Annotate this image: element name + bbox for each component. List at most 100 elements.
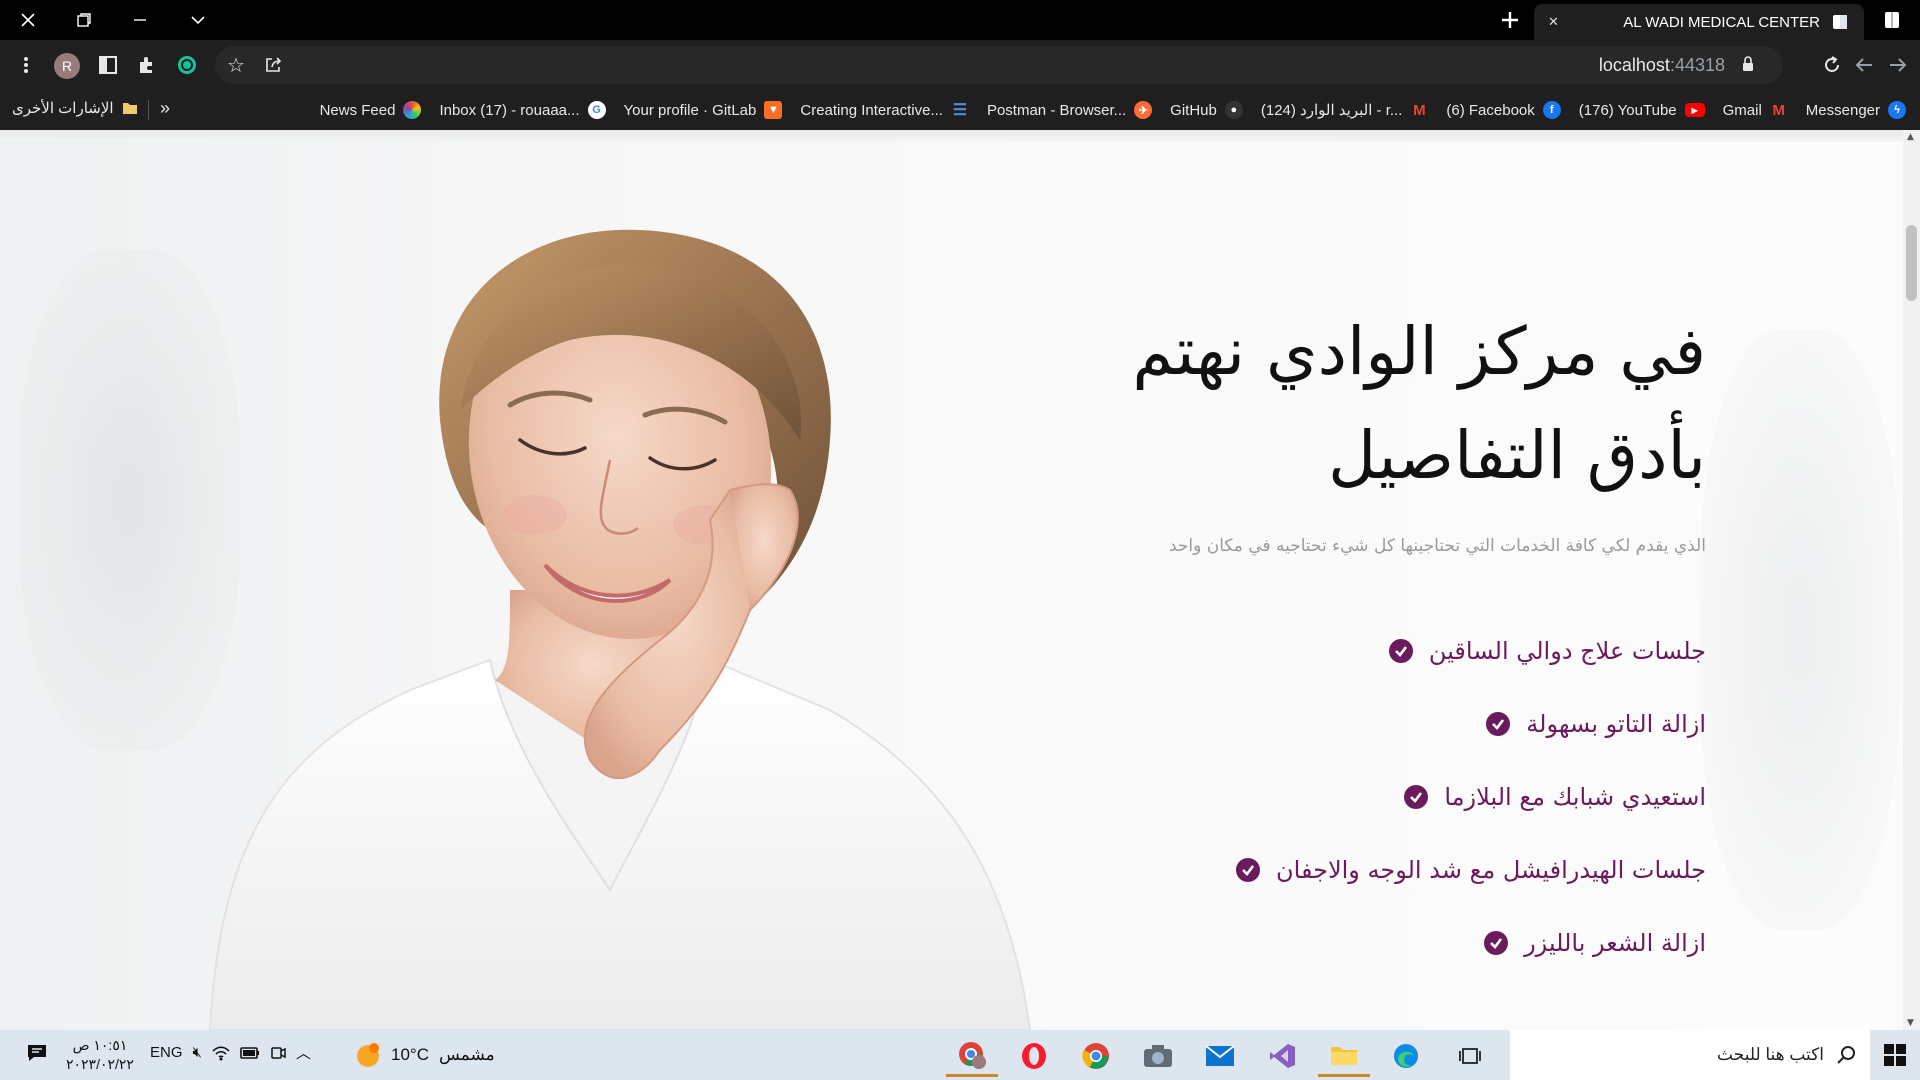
bookmark-star-icon[interactable]: ☆ (223, 52, 249, 78)
bookmark-label: GitHub (1170, 101, 1217, 119)
meet-now-icon[interactable] (270, 1045, 286, 1061)
messenger-icon: ϟ (1888, 101, 1906, 119)
hero-woman-image (208, 229, 1032, 1030)
bookmark-label: Gmail (1722, 101, 1762, 119)
bookmark-postman[interactable]: ✈ Postman - Browser... (986, 101, 1153, 119)
battery-icon[interactable] (240, 1046, 260, 1060)
bookmark-label: Postman - Browser... (986, 101, 1127, 119)
taskbar-visual-studio[interactable] (1256, 1035, 1308, 1077)
minimize-icon (134, 19, 146, 21)
check-circle-icon (1404, 784, 1429, 809)
page-viewport: في مركز الوادي نهتم بأدق التفاصيل الذي ي… (0, 130, 1903, 1030)
bookmark-google-inbox[interactable]: G Inbox (17) - rouaaa... (439, 101, 606, 119)
bookmark-facebook[interactable]: f (6) Facebook (1446, 101, 1561, 119)
reload-button[interactable] (1816, 49, 1848, 81)
extension-grammarly-button[interactable] (171, 49, 203, 81)
start-button[interactable] (1870, 1030, 1920, 1080)
weather-desc: مشمس (438, 1045, 495, 1064)
language-indicator[interactable]: ENG (150, 1044, 183, 1061)
bookmark-creating-interactive[interactable]: ☰ Creating Interactive... (800, 101, 969, 120)
taskbar-chrome-profile[interactable] (946, 1035, 998, 1077)
weather-widget[interactable]: 10°C مشمس (355, 1042, 495, 1068)
more-bookmarks-button[interactable]: » (160, 98, 170, 119)
close-window-button[interactable] (0, 0, 56, 40)
wifi-icon[interactable] (212, 1045, 230, 1061)
bookmark-github[interactable]: ● GitHub (1170, 101, 1243, 119)
bookmarks-divider (148, 100, 149, 120)
grammarly-icon (178, 56, 196, 74)
sun-icon (357, 1043, 379, 1067)
reading-list-button[interactable] (1864, 0, 1920, 40)
volume-muted-icon[interactable]: 🔇︎ (193, 1044, 202, 1061)
windows-logo-icon (1884, 1044, 1906, 1066)
minimize-window-button[interactable] (112, 0, 168, 40)
tab-title: AL WADI MEDICAL CENTER (1623, 13, 1820, 31)
visual-studio-icon (1270, 1044, 1295, 1068)
taskbar-search-box[interactable]: اكتب هنا للبحث (1510, 1030, 1870, 1080)
hero-subtitle: الذي يقدم لكي كافة الخدمات التي تحتاجينه… (1168, 536, 1706, 556)
menu-button[interactable] (10, 49, 42, 81)
chevron-up-icon[interactable]: ︿ (296, 1042, 311, 1063)
taskbar-camera[interactable] (1132, 1035, 1184, 1077)
list-item: جلسات الهيدرافيشل مع شد الوجه والاجفان (1006, 833, 1706, 906)
tab-close-icon[interactable]: ✕ (1548, 14, 1559, 30)
list-item: ازالة الشعر بالليزر (1006, 906, 1706, 979)
bookmark-gmail[interactable]: M Gmail (1723, 101, 1788, 119)
profile-avatar[interactable]: R (54, 53, 80, 79)
notification-icon (28, 1045, 46, 1061)
system-tray: ENG 🔇︎ ︿ (150, 1042, 311, 1063)
taskbar-mail[interactable] (1194, 1035, 1246, 1077)
service-label: جلسات علاج دوالي الساقين (1428, 636, 1706, 665)
weather-temp: 10°C (391, 1045, 429, 1064)
taskbar-clock[interactable]: ١٠:٥١ ص ٢٠٢٣/٠٢/٢٢ (66, 1036, 134, 1074)
bookmark-label: (176) YouTube (1578, 101, 1677, 119)
bookmark-messenger[interactable]: ϟ Messenger (1806, 101, 1906, 119)
extensions-button[interactable] (131, 49, 163, 81)
address-bar[interactable]: ☆ localhost:44318 (215, 46, 1783, 84)
tab-al-wadi[interactable]: AL WADI MEDICAL CENTER ✕ (1534, 4, 1864, 40)
gmail-icon: M (1413, 101, 1426, 119)
bookmark-news-feed[interactable]: News Feed (320, 101, 422, 119)
bookmark-label: Creating Interactive... (800, 101, 943, 119)
bookmark-youtube[interactable]: ▶ (176) YouTube (1579, 102, 1705, 119)
list-item: ازالة التاتو بسهولة (1006, 687, 1706, 760)
edge-icon (1394, 1044, 1418, 1068)
lock-icon[interactable] (1741, 56, 1755, 76)
other-bookmarks-label: الإشارات الأخرى (12, 100, 114, 117)
chevron-down-icon (191, 16, 205, 25)
task-view-icon (1459, 1048, 1481, 1064)
service-label: ازالة التاتو بسهولة (1526, 709, 1706, 738)
hero-title-line1: في مركز الوادي نهتم (1132, 313, 1706, 390)
check-circle-icon (1486, 711, 1511, 736)
page-scrollbar[interactable]: ▲ ▼ (1903, 130, 1920, 1030)
arrow-left-icon (1855, 58, 1872, 72)
share-icon[interactable] (261, 52, 287, 78)
check-circle-icon (1484, 930, 1509, 955)
bookmark-arabic-inbox[interactable]: M البريد الوارد (124) - r... (1261, 101, 1429, 120)
gitlab-icon: ▼ (764, 101, 783, 119)
notification-center-button[interactable] (26, 1043, 48, 1068)
back-button[interactable] (1848, 49, 1880, 81)
restore-window-button[interactable] (56, 0, 112, 40)
scrollbar-thumb[interactable] (1906, 225, 1917, 301)
scroll-down-arrow-icon[interactable]: ▼ (1907, 1018, 1914, 1028)
tab-search-button[interactable] (170, 0, 226, 40)
task-view-button[interactable] (1444, 1035, 1496, 1077)
new-tab-button[interactable] (1490, 0, 1530, 40)
clock-date: ٢٠٢٣/٠٢/٢٢ (66, 1056, 134, 1072)
windows-taskbar: اكتب هنا للبحث 10°C مشمس ENG 🔇︎ ︿ ١٠:٥١ … (0, 1030, 1920, 1080)
background-blur (1700, 330, 1900, 930)
side-panel-button[interactable] (92, 49, 124, 81)
hero-title-line2: بأدق التفاصيل (1328, 417, 1706, 494)
forward-button[interactable] (1882, 49, 1914, 81)
bookmark-gitlab[interactable]: ▼ Your profile · GitLab (624, 101, 783, 119)
hero-text-block: في مركز الوادي نهتم بأدق التفاصيل الذي ي… (1006, 300, 1706, 979)
taskbar-opera[interactable] (1008, 1035, 1060, 1077)
taskbar-file-explorer[interactable] (1318, 1035, 1370, 1077)
other-bookmarks-folder[interactable]: الإشارات الأخرى (12, 99, 138, 117)
book-icon (1885, 12, 1899, 28)
taskbar-chrome[interactable] (1070, 1035, 1122, 1077)
taskbar-edge[interactable] (1380, 1035, 1432, 1077)
youtube-icon: ▶ (1684, 103, 1705, 117)
scroll-up-arrow-icon[interactable]: ▲ (1907, 132, 1914, 142)
